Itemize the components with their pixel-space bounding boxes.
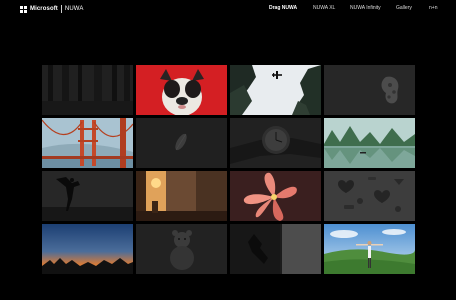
nav-item-nuwa-xl[interactable]: NUWA XL (313, 5, 335, 11)
brand-name: Microsoft (30, 6, 58, 12)
gallery-tile-leaf-figure[interactable] (324, 65, 415, 115)
microsoft-logo-icon (20, 5, 27, 13)
nav-item-drag-nuwa[interactable]: Drag NUWA (269, 5, 297, 11)
gallery-tile-teddy[interactable] (136, 224, 227, 274)
feather-image (136, 118, 227, 168)
brand[interactable]: Microsoft NUWA (20, 4, 83, 14)
gallery-tile-karst-lake[interactable] (324, 118, 415, 168)
nav-item-nuwa-infinity[interactable]: NUWA Infinity (350, 5, 381, 11)
lily-image (230, 171, 321, 221)
gallery-tile-forest[interactable] (42, 65, 133, 115)
gallery-tile-hill-man[interactable] (324, 224, 415, 274)
window-hand-image (230, 224, 321, 274)
watch-image (230, 118, 321, 168)
gallery-tile-window-hand[interactable] (230, 224, 321, 274)
golden-gate-image (42, 118, 133, 168)
brand-divider (60, 5, 62, 13)
gallery-tile-dancer[interactable] (42, 171, 133, 221)
gallery-tile-lily[interactable] (230, 171, 321, 221)
teddy-image (136, 224, 227, 274)
airplane-image (230, 65, 321, 115)
forest-image (42, 65, 133, 115)
dancer-image (42, 171, 133, 221)
gallery-tile-dusk[interactable] (42, 224, 133, 274)
leaf-figure-image (324, 65, 415, 115)
gallery-tile-hearts[interactable] (324, 171, 415, 221)
karst-lake-image (324, 118, 415, 168)
product-name: NUWA (64, 6, 84, 12)
dusk-image (42, 224, 133, 274)
top-navigation-bar: Microsoft NUWA Drag NUWA NUWA XL NUWA In… (0, 0, 456, 18)
nav-item-gallery[interactable]: Gallery (396, 5, 412, 11)
gallery-tile-watch[interactable] (230, 118, 321, 168)
gallery-tile-golden-gate[interactable] (42, 118, 133, 168)
gallery-tile-street-sunset[interactable] (136, 171, 227, 221)
bulldog-image (136, 65, 227, 115)
gallery-tile-bulldog[interactable] (136, 65, 227, 115)
image-gallery-grid (42, 65, 415, 275)
nav-item-more[interactable]: n+n (429, 5, 437, 11)
hearts-image (324, 171, 415, 221)
street-sunset-image (136, 171, 227, 221)
gallery-tile-airplane[interactable] (230, 65, 321, 115)
gallery-tile-feather[interactable] (136, 118, 227, 168)
hill-man-image (324, 224, 415, 274)
